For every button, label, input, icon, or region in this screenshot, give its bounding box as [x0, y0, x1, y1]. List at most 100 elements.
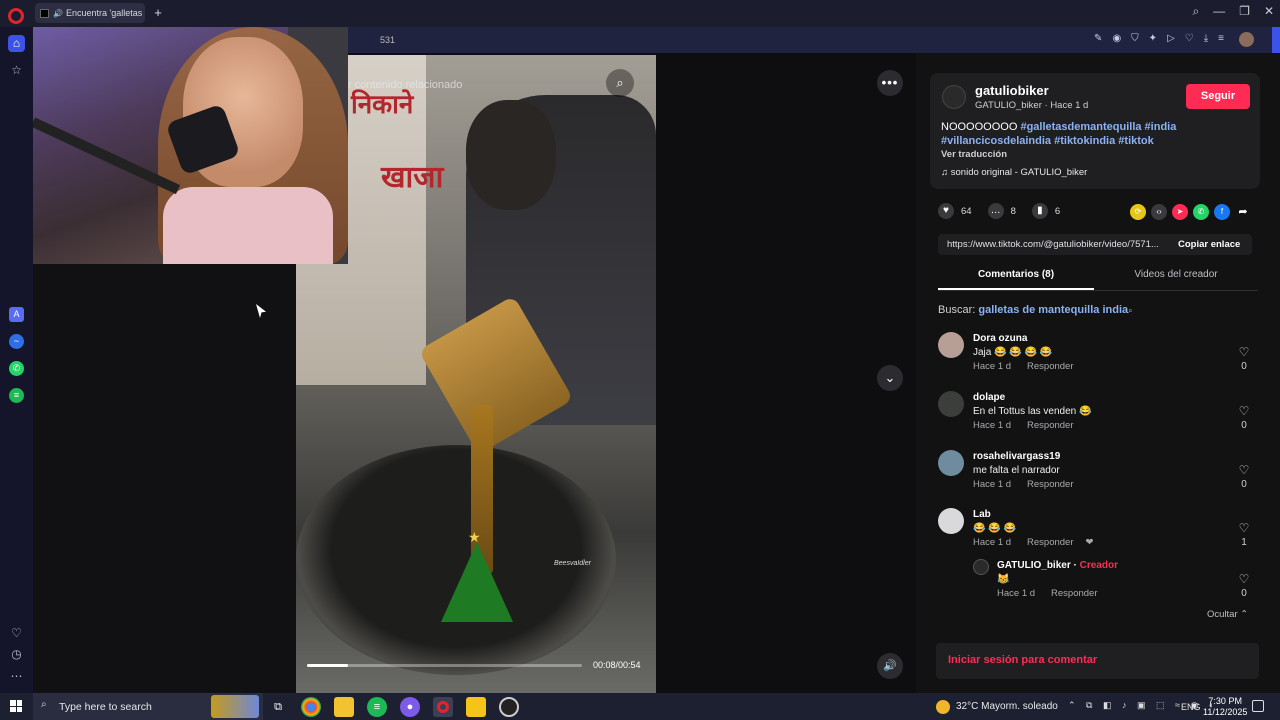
sound-link[interactable]: ♫ sonido original - GATULIO_biker [941, 167, 1087, 178]
taskbar-search[interactable]: ⌕ Type here to search [33, 693, 263, 720]
url-text[interactable]: 531 [380, 35, 395, 45]
video-player[interactable]: निकाने खाजा ★ BeesvaIdler r contenido re… [296, 55, 656, 693]
comment-avatar[interactable] [938, 391, 964, 417]
opera-logo-icon[interactable] [8, 8, 24, 24]
download-icon[interactable]: ⤓ [1204, 33, 1208, 44]
heart-outline-icon[interactable]: ♡ [1239, 463, 1250, 477]
comment-like[interactable]: ♡ 0 [1232, 405, 1256, 432]
history-icon[interactable]: ◷ [9, 647, 24, 662]
system-clock[interactable]: 7:30 PM 11/12/2025 [1203, 696, 1247, 718]
tab-comments[interactable]: Comentarios (8) [938, 269, 1094, 290]
comment-author[interactable]: dolape [973, 392, 1005, 403]
facebook-share-icon[interactable]: f [1214, 204, 1230, 220]
minimize-button[interactable]: — [1213, 4, 1225, 19]
comment-author[interactable]: Lab [973, 509, 991, 520]
copy-link-button[interactable]: Copiar enlace [1178, 239, 1240, 250]
video-link[interactable]: https://www.tiktok.com/@gatuliobiker/vid… [947, 239, 1167, 250]
weather-text[interactable]: 32°C Mayorm. soleado [956, 701, 1058, 712]
heart-toolbar-icon[interactable]: ♡ [1185, 33, 1194, 44]
chrome-icon[interactable] [301, 697, 321, 717]
hide-replies-button[interactable]: Ocultar ⌃ [1207, 609, 1248, 620]
hashtags-line-1[interactable]: #galletasdemantequilla #india [1020, 121, 1176, 133]
like-icon[interactable]: ♥ [938, 203, 954, 219]
whatsapp-icon[interactable]: ✆ [9, 361, 24, 376]
related-content-label[interactable]: r contenido relacionado [348, 79, 462, 91]
file-explorer-icon[interactable] [334, 697, 354, 717]
whatsapp-share-icon[interactable]: ✆ [1193, 204, 1209, 220]
messenger-icon[interactable]: ~ [9, 334, 24, 349]
translate-link[interactable]: Ver traducción [941, 149, 1007, 160]
video-search-button[interactable]: ⌕ [606, 69, 634, 97]
comment-avatar[interactable] [938, 332, 964, 358]
weather-widget[interactable]: 32°C Mayorm. soleado [936, 693, 1058, 720]
related-search[interactable]: Buscar: galletas de mantequilla india⌕ [938, 304, 1133, 316]
close-button[interactable]: ✕ [1264, 4, 1274, 19]
taskbar-search-placeholder[interactable]: Type here to search [59, 701, 152, 713]
reply-button[interactable]: Responder [1027, 537, 1073, 548]
login-to-comment[interactable]: Iniciar sesión para comentar [936, 643, 1259, 679]
discord-icon[interactable]: ● [400, 697, 420, 717]
comment-like[interactable]: ♡ 0 [1232, 464, 1256, 491]
heart-outline-icon[interactable]: ♡ [1239, 521, 1250, 535]
follow-button[interactable]: Seguir [1186, 84, 1250, 109]
task-view-icon[interactable]: ⧉ [268, 697, 288, 717]
more-options-button[interactable]: ••• [877, 70, 903, 96]
heart-outline-icon[interactable]: ♡ [1239, 345, 1250, 359]
comment-like[interactable]: ♡ 1 [1232, 522, 1256, 549]
reply-button[interactable]: Responder [1027, 420, 1073, 431]
volume-button[interactable]: 🔊 [877, 653, 903, 679]
author-username[interactable]: gatuliobiker [975, 83, 1049, 98]
spotify-taskbar-icon[interactable]: ≡ [367, 697, 387, 717]
menu-icon[interactable]: ≡ [1218, 33, 1224, 44]
bookmark-icon[interactable]: ▮ [1031, 203, 1048, 219]
comment-author[interactable]: Dora ozuna [973, 333, 1027, 344]
profile-avatar[interactable] [1239, 32, 1254, 47]
reply-author-name[interactable]: GATULIO_biker [997, 560, 1071, 571]
maximize-button[interactable]: ❐ [1239, 4, 1250, 19]
embed-icon[interactable]: ‹› [1151, 204, 1167, 220]
author-avatar[interactable] [942, 85, 966, 109]
reply-avatar[interactable] [973, 559, 989, 575]
star-icon[interactable]: ☆ [9, 63, 24, 78]
sidebar-toggle[interactable] [1272, 27, 1280, 53]
more-icon[interactable]: ⋯ [9, 669, 24, 684]
edit-icon[interactable]: ✎ [1094, 33, 1102, 44]
camera-icon[interactable]: ◉ [1112, 33, 1121, 44]
play-icon[interactable]: ▷ [1167, 33, 1175, 44]
next-video-button[interactable]: ⌄ [877, 365, 903, 391]
comment-icon[interactable]: … [987, 203, 1004, 219]
comment-avatar[interactable] [938, 508, 964, 534]
tab-creator-videos[interactable]: Videos del creador [1098, 269, 1254, 280]
search-highlight-image[interactable] [211, 695, 259, 718]
language-indicator[interactable]: ENG [1181, 702, 1201, 712]
heart-icon[interactable]: ♡ [9, 626, 24, 641]
home-icon[interactable]: ⌂ [8, 35, 25, 52]
heart-outline-icon[interactable]: ♡ [1239, 404, 1250, 418]
repost-icon[interactable]: ⟳ [1130, 204, 1146, 220]
spotify-icon[interactable]: ≡ [9, 388, 24, 403]
opera-taskbar-icon[interactable] [433, 697, 453, 717]
new-tab-button[interactable]: + [151, 6, 165, 20]
browser-search-icon[interactable]: ⌕ [1192, 4, 1199, 19]
send-icon[interactable]: ➤ [1172, 204, 1188, 220]
reply-like[interactable]: ♡ 0 [1232, 573, 1256, 600]
comment-like[interactable]: ♡ 0 [1232, 346, 1256, 373]
sticky-notes-icon[interactable] [466, 697, 486, 717]
share-arrow-icon[interactable]: ➦ [1235, 204, 1251, 220]
aria-icon[interactable]: A [9, 307, 24, 322]
notification-icon[interactable] [1252, 700, 1264, 712]
obs-icon[interactable] [499, 697, 519, 717]
reply-button[interactable]: Responder [1027, 361, 1073, 372]
speaker-icon[interactable]: 🔊 [53, 9, 63, 18]
reply-author[interactable]: GATULIO_biker · Creador [997, 560, 1118, 571]
reply-button[interactable]: Responder [1051, 588, 1097, 599]
comment-author[interactable]: rosahelivargass19 [973, 451, 1060, 462]
windows-start-icon[interactable] [10, 700, 22, 712]
reply-button[interactable]: Responder [1027, 479, 1073, 490]
search-keyword[interactable]: galletas de mantequilla india [978, 304, 1128, 316]
heart-outline-icon[interactable]: ♡ [1239, 572, 1250, 586]
video-progress-bar[interactable] [307, 664, 582, 667]
hashtags-line-2[interactable]: #villancicosdelaindia #tiktokindia #tikt… [941, 135, 1154, 147]
shield-icon[interactable]: ⛉ [1131, 33, 1139, 44]
extension-icon[interactable]: ✦ [1149, 33, 1157, 44]
